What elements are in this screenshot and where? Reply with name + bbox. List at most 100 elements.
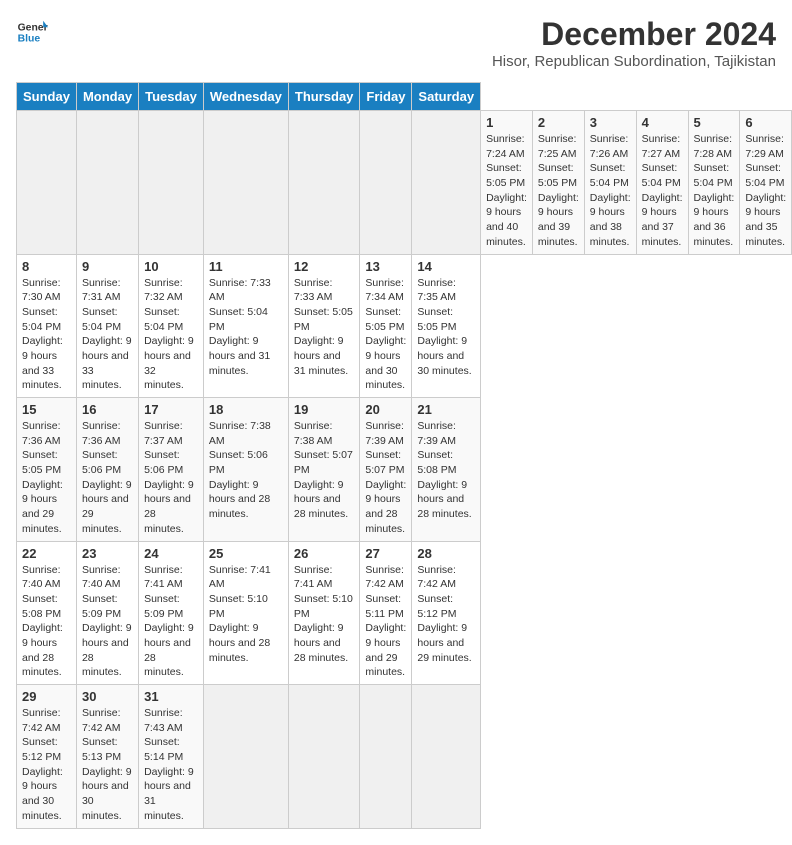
day-number: 5 — [694, 115, 735, 130]
day-info: Sunrise: 7:26 AMSunset: 5:04 PMDaylight:… — [590, 133, 631, 248]
day-info: Sunrise: 7:42 AMSunset: 5:12 PMDaylight:… — [417, 564, 471, 664]
table-row: 3Sunrise: 7:26 AMSunset: 5:04 PMDaylight… — [584, 111, 636, 255]
day-info: Sunrise: 7:41 AMSunset: 5:10 PMDaylight:… — [209, 564, 271, 664]
day-info: Sunrise: 7:33 AMSunset: 5:04 PMDaylight:… — [209, 277, 271, 377]
table-row: 2 Sunrise: 7:25 AMSunset: 5:05 PMDaylight… — [532, 111, 584, 255]
day-number: 6 — [745, 115, 786, 130]
day-info: Sunrise: 7:39 AMSunset: 5:07 PMDaylight:… — [365, 420, 406, 535]
day-number: 9 — [82, 259, 133, 274]
day-number: 19 — [294, 402, 355, 417]
day-info: Sunrise: 7:33 AMSunset: 5:05 PMDaylight:… — [294, 277, 353, 377]
logo: General Blue — [16, 16, 48, 48]
table-row: 12 Sunrise: 7:33 AMSunset: 5:05 PMDayligh… — [288, 254, 360, 398]
day-info: Sunrise: 7:28 AMSunset: 5:04 PMDaylight:… — [694, 133, 735, 248]
day-info: Sunrise: 7:36 AMSunset: 5:06 PMDaylight:… — [82, 420, 132, 535]
table-row: 28Sunrise: 7:42 AMSunset: 5:12 PMDayligh… — [412, 541, 481, 685]
calendar-title: December 2024 — [492, 16, 776, 53]
day-number: 22 — [22, 546, 71, 561]
day-info: Sunrise: 7:42 AMSunset: 5:13 PMDaylight:… — [82, 707, 132, 822]
table-row: 21 Sunrise: 7:39 AMSunset: 5:08 PMDayligh… — [412, 398, 481, 542]
calendar-table: Sunday Monday Tuesday Wednesday Thursday… — [16, 82, 792, 829]
table-row: 5 Sunrise: 7:28 AMSunset: 5:04 PMDaylight… — [688, 111, 740, 255]
table-row: 25 Sunrise: 7:41 AMSunset: 5:10 PMDayligh… — [203, 541, 288, 685]
day-number: 12 — [294, 259, 355, 274]
table-row: 30 Sunrise: 7:42 AMSunset: 5:13 PMDayligh… — [76, 685, 138, 829]
logo-icon: General Blue — [16, 16, 48, 48]
table-row: 15Sunrise: 7:36 AMSunset: 5:05 PMDayligh… — [17, 398, 77, 542]
day-info: Sunrise: 7:31 AMSunset: 5:04 PMDaylight:… — [82, 277, 132, 392]
day-number: 10 — [144, 259, 198, 274]
calendar-subtitle: Hisor, Republican Subordination, Tajikis… — [492, 53, 776, 70]
col-friday: Friday — [360, 83, 412, 111]
day-number: 25 — [209, 546, 283, 561]
table-row — [76, 111, 138, 255]
col-sunday: Sunday — [17, 83, 77, 111]
table-row: 10 Sunrise: 7:32 AMSunset: 5:04 PMDayligh… — [139, 254, 204, 398]
table-row — [412, 685, 481, 829]
day-number: 16 — [82, 402, 133, 417]
day-info: Sunrise: 7:38 AMSunset: 5:06 PMDaylight:… — [209, 420, 271, 520]
day-info: Sunrise: 7:40 AMSunset: 5:08 PMDaylight:… — [22, 564, 63, 679]
page-header: General Blue December 2024 Hisor, Republ… — [16, 16, 776, 70]
calendar-body: 1 Sunrise: 7:24 AMSunset: 5:05 PMDaylight… — [17, 111, 792, 829]
day-info: Sunrise: 7:25 AMSunset: 5:05 PMDaylight:… — [538, 133, 579, 248]
table-row: 6Sunrise: 7:29 AMSunset: 5:04 PMDaylight… — [740, 111, 792, 255]
table-row — [288, 685, 360, 829]
day-number: 18 — [209, 402, 283, 417]
table-row — [203, 111, 288, 255]
table-row — [17, 111, 77, 255]
day-number: 8 — [22, 259, 71, 274]
table-row: 23 Sunrise: 7:40 AMSunset: 5:09 PMDayligh… — [76, 541, 138, 685]
calendar-row: 8 Sunrise: 7:30 AMSunset: 5:04 PMDaylight… — [17, 254, 792, 398]
col-monday: Monday — [76, 83, 138, 111]
day-info: Sunrise: 7:40 AMSunset: 5:09 PMDaylight:… — [82, 564, 132, 679]
col-saturday: Saturday — [412, 83, 481, 111]
table-row: 31 Sunrise: 7:43 AMSunset: 5:14 PMDayligh… — [139, 685, 204, 829]
day-info: Sunrise: 7:34 AMSunset: 5:05 PMDaylight:… — [365, 277, 406, 392]
day-number: 30 — [82, 689, 133, 704]
calendar-row: 22 Sunrise: 7:40 AMSunset: 5:08 PMDayligh… — [17, 541, 792, 685]
table-row: 17Sunrise: 7:37 AMSunset: 5:06 PMDayligh… — [139, 398, 204, 542]
calendar-row: 1 Sunrise: 7:24 AMSunset: 5:05 PMDaylight… — [17, 111, 792, 255]
table-row: 14Sunrise: 7:35 AMSunset: 5:05 PMDayligh… — [412, 254, 481, 398]
table-row: 19 Sunrise: 7:38 AMSunset: 5:07 PMDayligh… — [288, 398, 360, 542]
day-number: 4 — [642, 115, 683, 130]
day-number: 27 — [365, 546, 406, 561]
day-info: Sunrise: 7:43 AMSunset: 5:14 PMDaylight:… — [144, 707, 194, 822]
day-info: Sunrise: 7:32 AMSunset: 5:04 PMDaylight:… — [144, 277, 194, 392]
day-number: 14 — [417, 259, 475, 274]
calendar-row: 15Sunrise: 7:36 AMSunset: 5:05 PMDayligh… — [17, 398, 792, 542]
col-tuesday: Tuesday — [139, 83, 204, 111]
day-info: Sunrise: 7:41 AMSunset: 5:09 PMDaylight:… — [144, 564, 194, 679]
calendar-header: Sunday Monday Tuesday Wednesday Thursday… — [17, 83, 792, 111]
table-row: 24 Sunrise: 7:41 AMSunset: 5:09 PMDayligh… — [139, 541, 204, 685]
table-row — [360, 111, 412, 255]
day-info: Sunrise: 7:27 AMSunset: 5:04 PMDaylight:… — [642, 133, 683, 248]
day-info: Sunrise: 7:42 AMSunset: 5:12 PMDaylight:… — [22, 707, 63, 822]
day-number: 1 — [486, 115, 527, 130]
day-number: 31 — [144, 689, 198, 704]
day-number: 20 — [365, 402, 406, 417]
day-info: Sunrise: 7:37 AMSunset: 5:06 PMDaylight:… — [144, 420, 194, 535]
day-info: Sunrise: 7:38 AMSunset: 5:07 PMDaylight:… — [294, 420, 353, 520]
table-row — [139, 111, 204, 255]
day-number: 21 — [417, 402, 475, 417]
day-info: Sunrise: 7:39 AMSunset: 5:08 PMDaylight:… — [417, 420, 471, 520]
day-number: 2 — [538, 115, 579, 130]
day-number: 29 — [22, 689, 71, 704]
day-info: Sunrise: 7:24 AMSunset: 5:05 PMDaylight:… — [486, 133, 527, 248]
day-number: 24 — [144, 546, 198, 561]
day-number: 15 — [22, 402, 71, 417]
table-row — [412, 111, 481, 255]
table-row: 18 Sunrise: 7:38 AMSunset: 5:06 PMDayligh… — [203, 398, 288, 542]
day-info: Sunrise: 7:42 AMSunset: 5:11 PMDaylight:… — [365, 564, 406, 679]
table-row: 27 Sunrise: 7:42 AMSunset: 5:11 PMDayligh… — [360, 541, 412, 685]
table-row: 22 Sunrise: 7:40 AMSunset: 5:08 PMDayligh… — [17, 541, 77, 685]
day-number: 23 — [82, 546, 133, 561]
title-block: December 2024 Hisor, Republican Subordin… — [492, 16, 776, 70]
table-row — [203, 685, 288, 829]
table-row — [360, 685, 412, 829]
day-info: Sunrise: 7:30 AMSunset: 5:04 PMDaylight:… — [22, 277, 63, 392]
header-row: Sunday Monday Tuesday Wednesday Thursday… — [17, 83, 792, 111]
table-row: 20 Sunrise: 7:39 AMSunset: 5:07 PMDayligh… — [360, 398, 412, 542]
